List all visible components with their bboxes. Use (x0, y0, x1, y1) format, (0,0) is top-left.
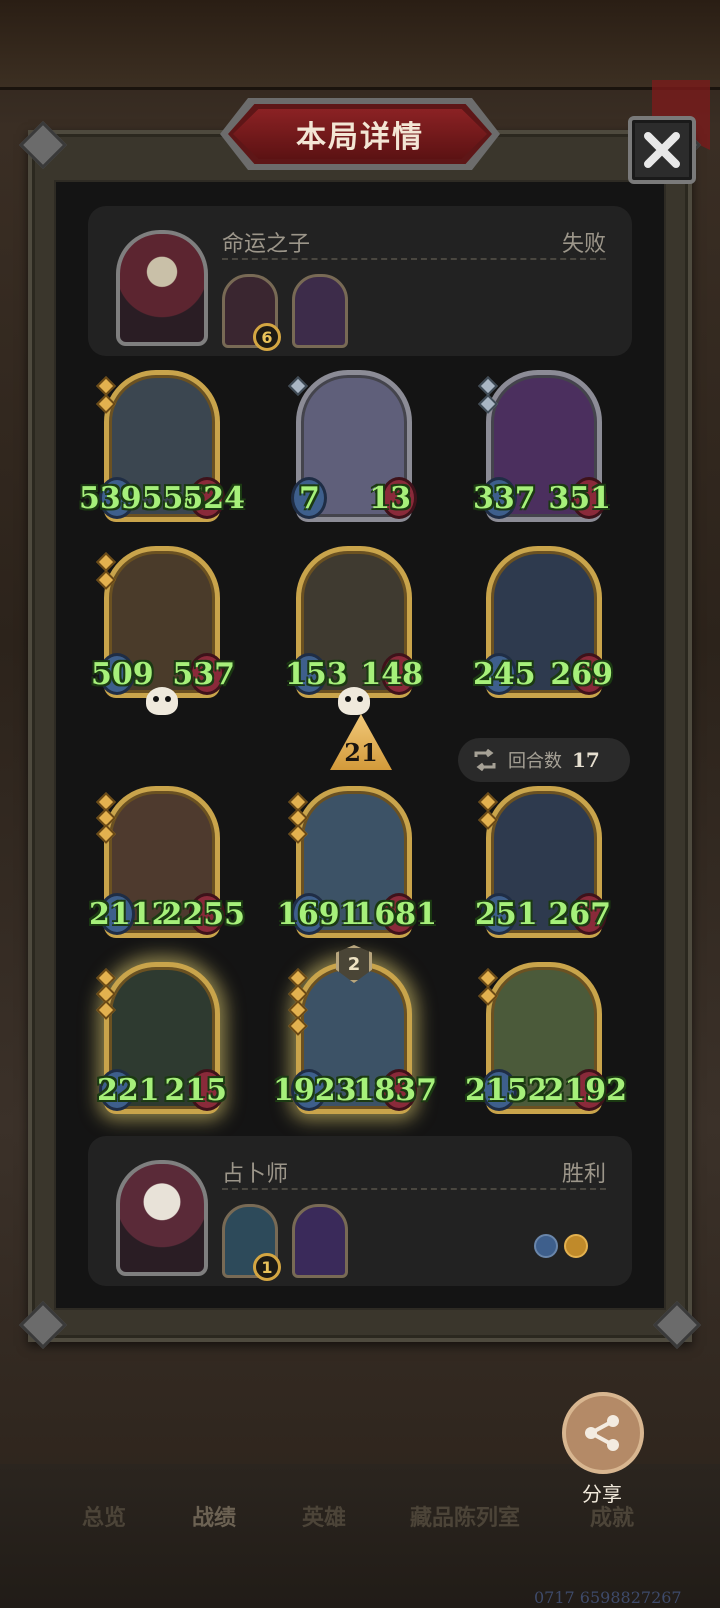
minion-card[interactable]: 2 1923 1837 (273, 945, 437, 1114)
player-name: 命运之子 (222, 232, 311, 257)
health-value: 1681 (353, 897, 438, 932)
minion-card[interactable]: 221 215 (96, 962, 227, 1114)
sword-icon (534, 1234, 558, 1258)
turns-label: 回合数 (508, 751, 562, 772)
attack-value: 251 (475, 897, 538, 932)
close-icon (644, 132, 680, 168)
attack-value: 1923 (273, 1073, 357, 1108)
relic-slot[interactable] (292, 274, 348, 348)
health-value: 269 (550, 657, 613, 692)
minion-card[interactable]: 153 148 (285, 546, 423, 715)
minion-card[interactable]: 251 267 (475, 786, 611, 938)
attack-value: 153 (285, 657, 348, 692)
health-value: 524 (182, 481, 245, 516)
relic-slot[interactable]: 6 (222, 274, 281, 351)
attack-value: 7 (299, 481, 320, 516)
match-result: 胜利 (561, 1162, 606, 1187)
attack-value: 1691 (277, 897, 361, 932)
tab-heroes[interactable]: 英雄 (302, 1500, 346, 1532)
skull-icon (338, 687, 370, 715)
attack-value: 2152 (465, 1073, 549, 1108)
turns-value: 17 (572, 748, 600, 772)
health-value: 1837 (353, 1073, 438, 1108)
health-value: 13 (369, 481, 411, 516)
opponent-card: 命运之子 失败 6 (88, 206, 632, 356)
health-value: 537 (172, 657, 235, 692)
self-card: 占卜师 胜利 1 (88, 1136, 632, 1286)
close-button[interactable] (628, 116, 696, 184)
health-value: 2192 (543, 1073, 628, 1108)
health-value: 215 (164, 1073, 227, 1108)
minion-card[interactable]: 245 269 (473, 546, 613, 698)
attack-value: 221 (97, 1073, 160, 1108)
attack-value: 2112 (89, 897, 173, 932)
tier-value: 21 (344, 738, 378, 767)
health-value: 267 (548, 897, 611, 932)
avatar (116, 1160, 208, 1276)
minion-card[interactable]: 539556 524 (79, 370, 245, 522)
share-button[interactable] (562, 1392, 644, 1474)
tab-collection[interactable]: 藏品陈列室 (410, 1500, 520, 1532)
health-value: 351 (548, 481, 611, 516)
relic-slot[interactable] (292, 1204, 348, 1278)
tab-overview[interactable]: 总览 (82, 1500, 126, 1532)
match-result: 失败 (561, 232, 606, 257)
health-value: 2255 (161, 897, 246, 932)
top-wood-bar (0, 0, 720, 90)
attack-value: 509 (91, 657, 154, 692)
share-icon (585, 1415, 619, 1451)
avatar (116, 230, 208, 346)
divider (222, 258, 606, 260)
turns-counter: 回合数 17 (458, 738, 630, 782)
page-title: 本局详情 (296, 120, 424, 155)
minion-card[interactable]: 7 13 (288, 370, 417, 522)
refresh-icon (474, 749, 496, 771)
attack-value: 337 (473, 481, 536, 516)
title-plate: 本局详情 (228, 104, 492, 164)
relic-slot[interactable]: 1 (222, 1204, 281, 1281)
minion-card[interactable]: 337 351 (473, 370, 611, 522)
minion-card[interactable]: 2152 2192 (465, 962, 627, 1114)
minion-card[interactable]: 1691 1681 (277, 786, 437, 938)
player-name: 占卜师 (222, 1162, 289, 1187)
golden-badge: 2 (336, 945, 372, 983)
minion-card[interactable]: 2112 2255 (89, 786, 245, 938)
watermark: 0717 6598827267 (534, 1588, 682, 1607)
relic-count-badge: 6 (253, 323, 281, 351)
health-value: 148 (360, 657, 423, 692)
gold-icon (564, 1234, 588, 1258)
attack-value: 245 (473, 657, 536, 692)
relic-count-badge: 1 (253, 1253, 281, 1281)
divider (222, 1188, 606, 1190)
share-label: 分享 (582, 1482, 622, 1506)
minion-card[interactable]: 509 537 (91, 546, 235, 715)
tab-records[interactable]: 战绩 (192, 1500, 236, 1532)
skull-icon (146, 687, 178, 715)
